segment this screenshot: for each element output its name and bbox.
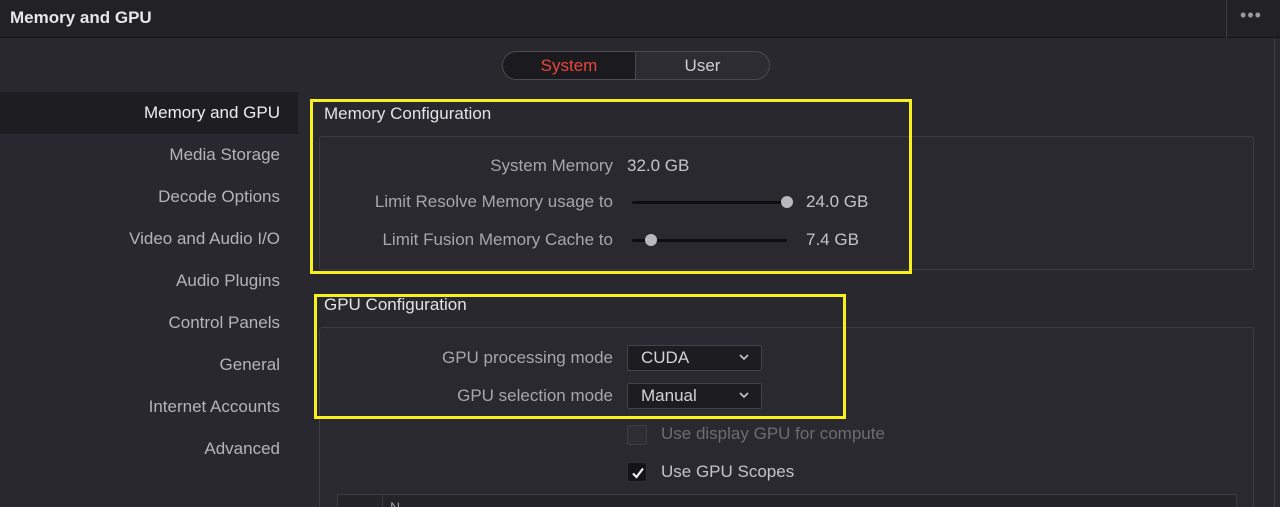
use-gpu-scopes-checkbox[interactable] [627,462,647,482]
use-display-gpu-checkbox[interactable] [627,425,647,445]
tab-system[interactable]: System [503,52,636,79]
sidebar-item-internet-accounts[interactable]: Internet Accounts [0,386,298,428]
table-column-divider [382,495,383,507]
use-display-gpu-label: Use display GPU for compute [661,424,885,443]
checkmark-icon [632,467,644,479]
gpu-list-table-header: N [337,494,1237,507]
memory-highlight-box [310,99,912,274]
sidebar-item-general[interactable]: General [0,344,298,386]
preferences-sidebar: Memory and GPU Media Storage Decode Opti… [0,92,298,470]
window-title: Memory and GPU [10,8,152,27]
use-gpu-scopes-label: Use GPU Scopes [661,462,795,481]
tab-user[interactable]: User [636,52,769,79]
gpu-highlight-box [314,294,846,419]
sidebar-item-video-audio-io[interactable]: Video and Audio I/O [0,218,298,260]
title-divider [1226,0,1227,38]
more-horizontal-icon[interactable]: ••• [1236,5,1266,29]
sidebar-item-control-panels[interactable]: Control Panels [0,302,298,344]
sidebar-item-memory-and-gpu[interactable]: Memory and GPU [0,92,298,134]
sidebar-item-media-storage[interactable]: Media Storage [0,134,298,176]
scope-toggle: System User [502,51,770,80]
sidebar-item-decode-options[interactable]: Decode Options [0,176,298,218]
title-bar: Memory and GPU ••• [0,0,1280,38]
panel-right-edge [1274,38,1275,507]
sidebar-item-audio-plugins[interactable]: Audio Plugins [0,260,298,302]
sidebar-item-advanced[interactable]: Advanced [0,428,298,470]
gpu-name-column-header: N [390,499,401,507]
